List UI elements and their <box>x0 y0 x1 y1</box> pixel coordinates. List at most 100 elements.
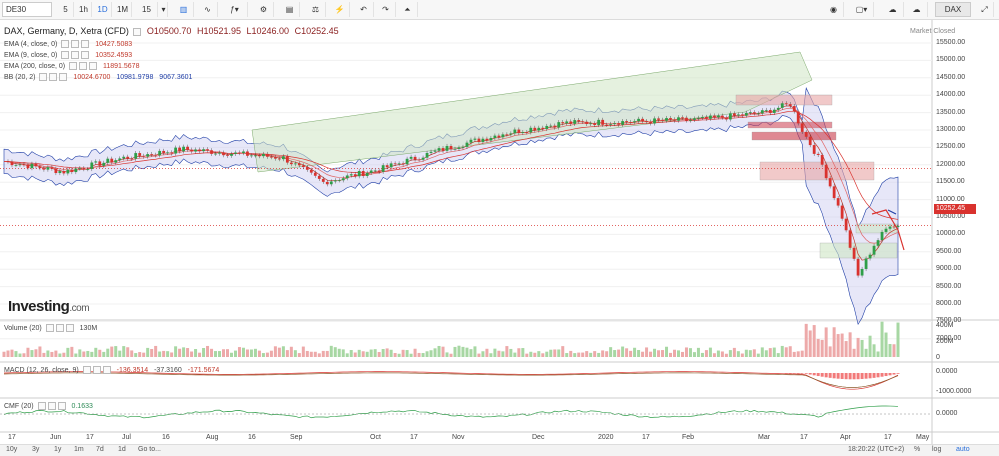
volume-bar <box>2 351 6 357</box>
time-axis-label: Nov <box>452 434 465 441</box>
gear-icon[interactable] <box>55 324 64 332</box>
gear-icon[interactable] <box>71 40 80 48</box>
eye-icon[interactable] <box>69 62 78 70</box>
close-icon[interactable] <box>102 366 111 374</box>
volume-bar <box>257 350 261 357</box>
settings-small-icon[interactable] <box>133 27 142 36</box>
macd-legend: MACD (12, 26, close, 9) -136.3514 -37.31… <box>4 366 219 374</box>
eye-icon[interactable] <box>45 324 54 332</box>
volume-bar <box>597 352 601 357</box>
volume-bar <box>134 353 138 357</box>
macd-histogram-bar <box>836 373 840 379</box>
volume-axis-400m: 400M <box>936 322 954 329</box>
volume-bar <box>828 346 832 357</box>
gear-icon[interactable] <box>71 51 80 59</box>
candle-body <box>14 165 18 166</box>
volume-bar <box>736 351 740 357</box>
volume-bar <box>14 351 18 357</box>
candle-body <box>234 152 237 154</box>
auto-toggle[interactable]: auto <box>956 446 970 453</box>
eye-icon[interactable] <box>37 402 46 410</box>
close-icon[interactable] <box>57 402 66 410</box>
volume-bar <box>138 352 142 357</box>
eye-icon[interactable] <box>61 51 70 59</box>
price-axis-label: 14500.00 <box>936 73 966 81</box>
candle-body <box>804 131 808 137</box>
macd-signal-line <box>3 372 899 388</box>
logo-suffix: .com <box>69 303 90 314</box>
range-1m[interactable]: 1m <box>74 446 84 453</box>
volume-bar <box>202 348 206 357</box>
eye-icon[interactable] <box>82 366 91 374</box>
candle-body <box>792 106 796 112</box>
candle-body <box>158 150 162 156</box>
volume-bar <box>561 346 565 357</box>
chart-canvas[interactable] <box>0 0 999 456</box>
gear-icon[interactable] <box>79 62 88 70</box>
volume-bar <box>589 352 593 357</box>
candle-body <box>266 153 269 157</box>
volume-bar <box>154 345 158 357</box>
candle-body <box>613 123 617 124</box>
volume-bar <box>509 348 513 357</box>
range-1d[interactable]: 1d <box>118 446 126 453</box>
candle-body <box>329 181 333 185</box>
close-icon[interactable] <box>89 62 98 70</box>
eye-icon[interactable] <box>61 40 70 48</box>
range-7d[interactable]: 7d <box>96 446 104 453</box>
volume-bar <box>585 351 589 357</box>
candle-body <box>824 164 828 179</box>
volume-bar <box>10 349 14 357</box>
volume-bar <box>293 350 297 357</box>
candle-body <box>365 172 369 177</box>
candle-body <box>860 268 864 276</box>
close-icon[interactable] <box>59 73 68 81</box>
range-3y[interactable]: 3y <box>32 446 39 453</box>
gear-icon[interactable] <box>49 73 58 81</box>
volume-bar <box>569 350 573 357</box>
volume-bar <box>481 351 485 357</box>
chart-title-row: DAX, Germany, D, Xetra (CFD) O10500.70 H… <box>4 26 339 36</box>
volume-bar <box>329 345 333 357</box>
volume-bar <box>365 351 369 357</box>
volume-bar <box>740 353 744 357</box>
volume-bar <box>764 350 768 357</box>
candle-body <box>317 175 321 179</box>
gear-icon[interactable] <box>47 402 56 410</box>
price-axis-label: 8000.00 <box>936 300 962 307</box>
candle-body <box>325 181 329 185</box>
volume-bar <box>198 352 202 357</box>
percent-toggle[interactable]: % <box>914 446 920 453</box>
eye-icon[interactable] <box>39 73 48 81</box>
candle-body <box>445 146 449 151</box>
close-icon[interactable] <box>81 40 90 48</box>
candle-body <box>38 166 42 169</box>
range-10y[interactable]: 10y <box>6 446 17 453</box>
candle-body <box>353 174 357 177</box>
volume-bar <box>297 353 301 357</box>
volume-bar <box>393 353 397 357</box>
log-toggle[interactable]: log <box>932 446 941 453</box>
candle-body <box>66 169 70 174</box>
goto-button[interactable]: Go to... <box>138 446 161 453</box>
investing-logo: Investing.com <box>8 298 90 315</box>
volume-bar <box>58 353 62 357</box>
candle-body <box>142 155 146 157</box>
candle-body <box>18 164 22 166</box>
candle-body <box>301 165 305 168</box>
candle-body <box>521 132 525 133</box>
gear-icon[interactable] <box>92 366 101 374</box>
volume-label: Volume (20) <box>4 324 42 332</box>
close-icon[interactable] <box>81 51 90 59</box>
volume-bar <box>760 347 764 357</box>
range-1y[interactable]: 1y <box>54 446 61 453</box>
candle-body <box>333 180 337 182</box>
candle-body <box>293 163 297 165</box>
close-icon[interactable] <box>65 324 74 332</box>
macd-histogram-bar <box>812 373 816 376</box>
candle-body <box>800 123 804 132</box>
price-axis-label: 15500.00 <box>936 39 966 46</box>
candle-body <box>701 116 704 118</box>
candle-body <box>242 151 245 154</box>
volume-bar <box>772 347 776 357</box>
